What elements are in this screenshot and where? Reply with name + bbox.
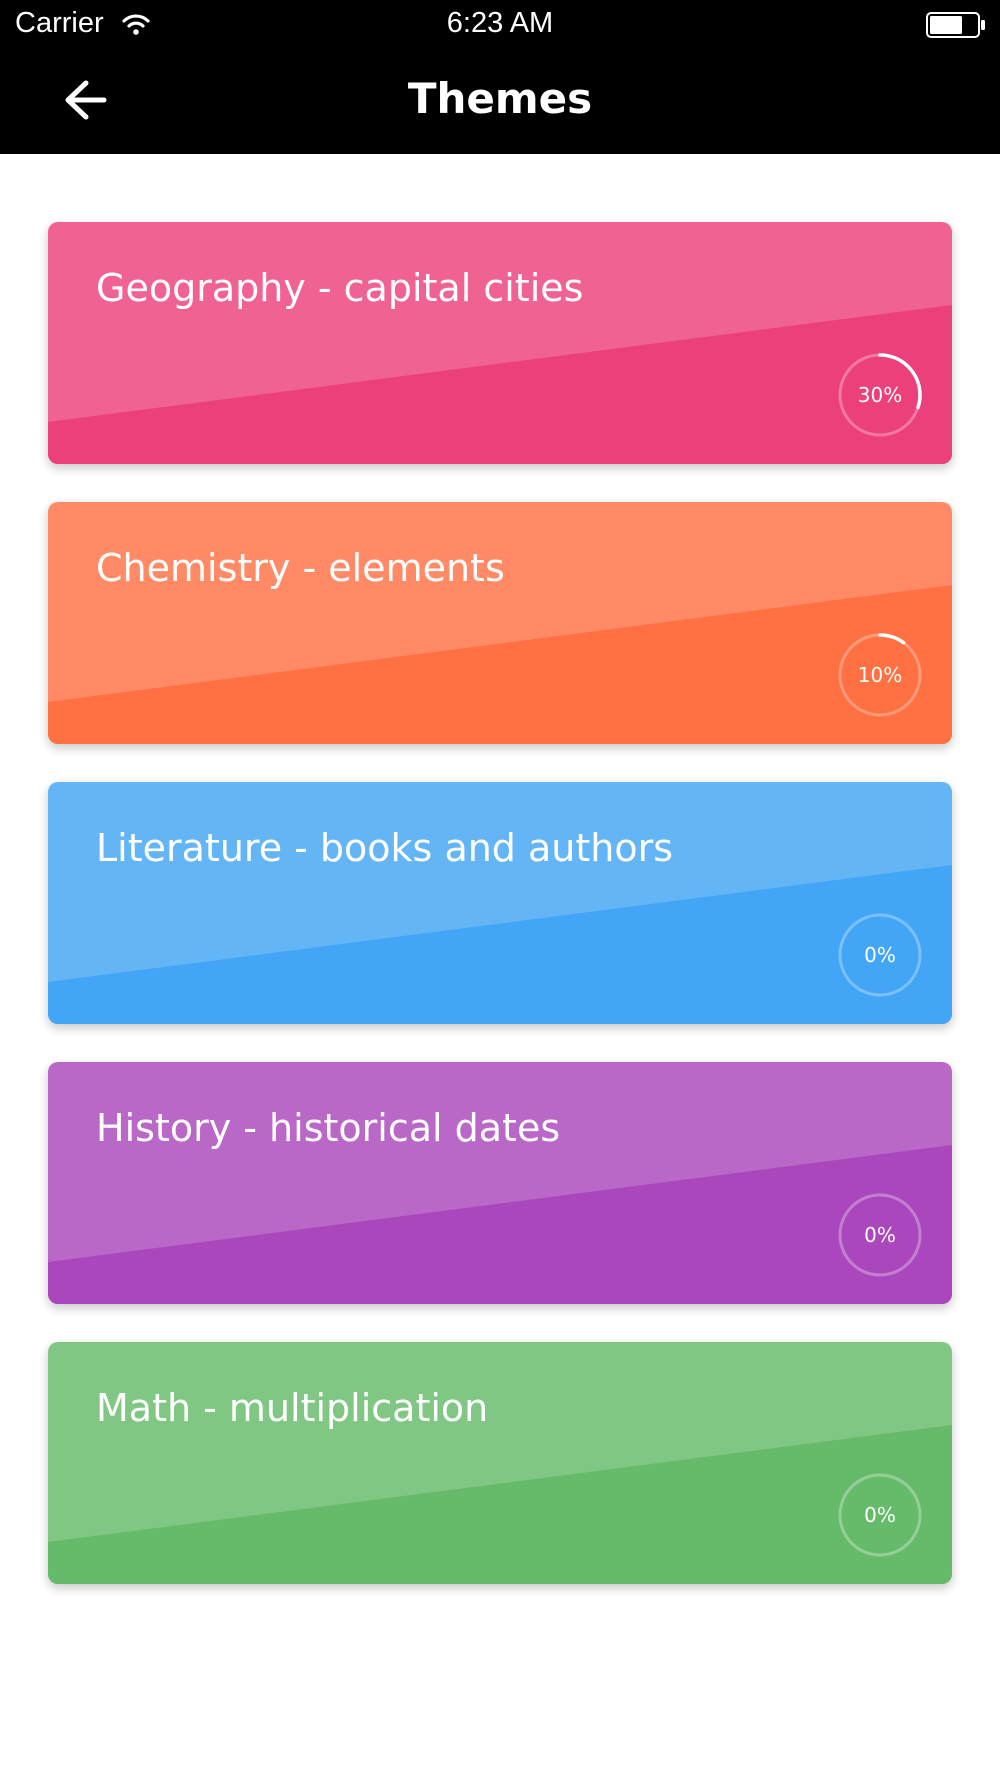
- card-background: [48, 502, 952, 744]
- theme-title: Geography - capital cities: [96, 266, 584, 310]
- theme-list: Geography - capital cities 30% Chemistry -…: [48, 222, 952, 1622]
- progress-ring: 0%: [836, 1191, 924, 1279]
- theme-card[interactable]: History - historical dates 0%: [48, 1062, 952, 1304]
- navigation-bar: Themes: [0, 50, 1000, 154]
- theme-title: History - historical dates: [96, 1106, 561, 1150]
- theme-title: Chemistry - elements: [96, 546, 505, 590]
- theme-title: Literature - books and authors: [96, 826, 674, 870]
- card-background: [48, 1342, 952, 1584]
- theme-title: Math - multiplication: [96, 1386, 489, 1430]
- progress-percent-label: 0%: [864, 943, 896, 967]
- theme-card[interactable]: Math - multiplication 0%: [48, 1342, 952, 1584]
- theme-card[interactable]: Geography - capital cities 30%: [48, 222, 952, 464]
- top-bar: Carrier 6:23 AM Themes: [0, 0, 1000, 154]
- progress-ring: 0%: [836, 1471, 924, 1559]
- progress-percent-label: 0%: [864, 1503, 896, 1527]
- theme-card[interactable]: Literature - books and authors 0%: [48, 782, 952, 1024]
- card-background: [48, 1062, 952, 1304]
- progress-ring: 30%: [836, 351, 924, 439]
- progress-ring: 0%: [836, 911, 924, 999]
- progress-percent-label: 0%: [864, 1223, 896, 1247]
- card-background: [48, 782, 952, 1024]
- status-bar: Carrier 6:23 AM: [0, 0, 1000, 50]
- progress-ring: 10%: [836, 631, 924, 719]
- page-title: Themes: [407, 74, 593, 123]
- theme-card[interactable]: Chemistry - elements 10%: [48, 502, 952, 744]
- progress-percent-label: 10%: [857, 663, 903, 687]
- clock: 6:23 AM: [446, 7, 554, 39]
- battery-icon: [926, 12, 985, 38]
- progress-percent-label: 30%: [857, 383, 903, 407]
- card-background: [48, 222, 952, 464]
